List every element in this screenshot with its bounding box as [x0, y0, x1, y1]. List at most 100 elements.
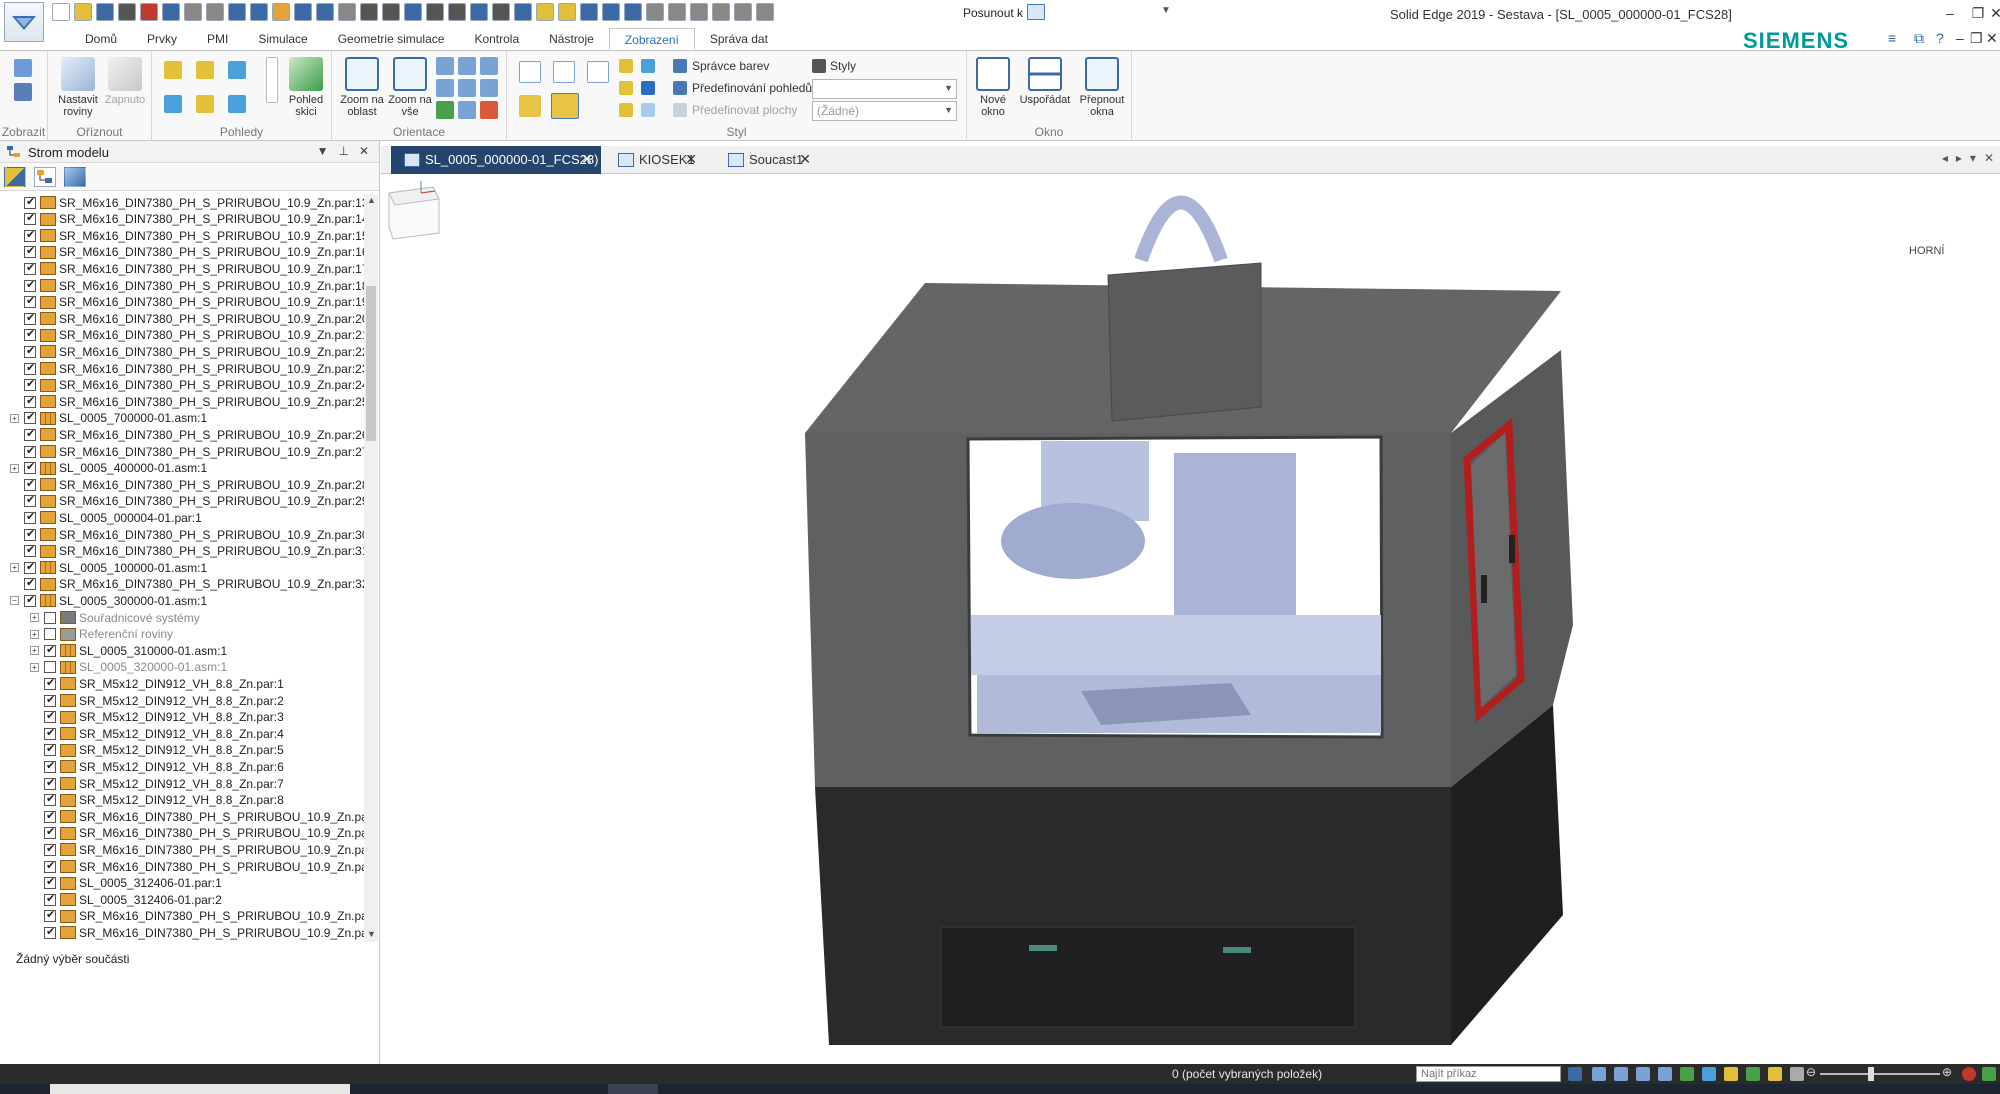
tree-row[interactable]: SR_M6x16_DIN7380_PH_S_PRIRUBOU_10.9_Zn.p…	[30, 858, 364, 875]
color-manager-button[interactable]: Správce barev	[692, 59, 769, 73]
qat-tool-27-icon[interactable]	[624, 3, 642, 21]
tab-5[interactable]: Geometrie simulace	[323, 28, 460, 50]
rotate-icon[interactable]	[480, 57, 498, 75]
zoom-icon[interactable]	[436, 57, 454, 75]
visibility-checkbox[interactable]	[44, 859, 56, 873]
visibility-checkbox[interactable]	[24, 195, 36, 209]
expand-toggle-icon[interactable]: +	[30, 662, 39, 672]
view-overrides-manager-icon[interactable]	[673, 81, 687, 95]
visibility-checkbox[interactable]	[24, 593, 36, 607]
tree-row[interactable]: SR_M5x12_DIN912_VH_8.8_Zn.par:2	[30, 692, 284, 709]
tree-row[interactable]: SL_0005_312406-01.par:2	[30, 891, 222, 908]
qat-tool-22-icon[interactable]	[514, 3, 532, 21]
help-icon[interactable]: ?	[1936, 30, 1944, 46]
switch-windows-button[interactable]: Přepnout okna	[1075, 57, 1129, 118]
visibility-checkbox[interactable]	[24, 294, 36, 309]
zoom-area-status-icon[interactable]	[1592, 1067, 1606, 1081]
visibility-checkbox[interactable]	[44, 611, 56, 624]
tree-scrollbar[interactable]: ▲ ▼	[364, 194, 378, 942]
scroll-thumb[interactable]	[366, 286, 376, 441]
wireframe-icon[interactable]	[519, 61, 541, 83]
qat-tool-9-icon[interactable]	[228, 3, 246, 21]
qat-tool-4-icon[interactable]	[118, 3, 136, 21]
visibility-checkbox[interactable]	[24, 228, 36, 242]
tab-8[interactable]: Zobrazení	[608, 28, 695, 50]
visible-edges-icon[interactable]	[553, 61, 575, 83]
qat-tool-14-icon[interactable]	[338, 3, 356, 21]
qat-tool-15-icon[interactable]	[360, 3, 378, 21]
qat-tool-10-icon[interactable]	[250, 3, 268, 21]
visibility-checkbox[interactable]	[44, 661, 56, 674]
tree-row[interactable]: SR_M6x16_DIN7380_PH_S_PRIRUBOU_10.9_Zn.p…	[10, 393, 364, 410]
qat-tool-12-icon[interactable]	[294, 3, 312, 21]
tree-row[interactable]: SR_M6x16_DIN7380_PH_S_PRIRUBOU_10.9_Zn.p…	[10, 211, 364, 228]
qat-tool-2-icon[interactable]	[74, 3, 92, 21]
visibility-checkbox[interactable]	[24, 477, 36, 491]
tab-scroll-left-icon[interactable]: ◂	[1942, 151, 1948, 165]
move-to-label[interactable]: Posunout k	[963, 6, 1023, 20]
visibility-checkbox[interactable]	[24, 543, 36, 558]
visibility-checkbox[interactable]	[44, 776, 56, 790]
doc-restore-icon[interactable]: ❐	[1970, 30, 1983, 47]
tree-row[interactable]: SR_M6x16_DIN7380_PH_S_PRIRUBOU_10.9_Zn.p…	[10, 526, 364, 543]
pin-icon[interactable]: ⊥	[338, 144, 348, 158]
zoom-out-icon[interactable]: ⊖	[1806, 1065, 1820, 1079]
tree-row[interactable]: SL_0005_312406-01.par:1	[30, 875, 222, 892]
tree-row[interactable]: SR_M6x16_DIN7380_PH_S_PRIRUBOU_10.9_Zn.p…	[30, 825, 364, 842]
tab-list-icon[interactable]: ▾	[1970, 151, 1976, 165]
common-views-icon[interactable]	[458, 101, 476, 119]
tree-row[interactable]: SR_M6x16_DIN7380_PH_S_PRIRUBOU_10.9_Zn.p…	[10, 277, 364, 294]
tree-row[interactable]: SR_M6x16_DIN7380_PH_S_PRIRUBOU_10.9_Zn.p…	[10, 543, 364, 560]
tab-2[interactable]: Prvky	[132, 28, 192, 50]
qat-tool-33-icon[interactable]	[756, 3, 774, 21]
expand-toggle-icon[interactable]: +	[10, 413, 19, 423]
tree-row[interactable]: + SL_0005_320000-01.asm:1	[30, 659, 227, 676]
qat-tool-23-icon[interactable]	[536, 3, 554, 21]
doc-tab-soucast[interactable]: Soucast1 ✕	[715, 146, 819, 174]
qat-tool-30-icon[interactable]	[690, 3, 708, 21]
expand-toggle-icon[interactable]: +	[10, 563, 19, 573]
arrange-button[interactable]: Uspořádat	[1017, 57, 1073, 106]
tree-row[interactable]: SR_M6x16_DIN7380_PH_S_PRIRUBOU_10.9_Zn.p…	[30, 841, 364, 858]
tree-row[interactable]: SR_M6x16_DIN7380_PH_S_PRIRUBOU_10.9_Zn.p…	[10, 360, 364, 377]
qat-tool-25-icon[interactable]	[580, 3, 598, 21]
qat-tool-1-icon[interactable]	[52, 3, 70, 21]
visibility-checkbox[interactable]	[24, 377, 36, 392]
qat-tool-29-icon[interactable]	[668, 3, 686, 21]
ambient-icon[interactable]	[619, 81, 633, 95]
tree-row[interactable]: SR_M6x16_DIN7380_PH_S_PRIRUBOU_10.9_Zn.p…	[10, 244, 364, 261]
tree-row[interactable]: SR_M6x16_DIN7380_PH_S_PRIRUBOU_10.9_Zn.p…	[10, 576, 364, 593]
tree-row[interactable]: SR_M6x16_DIN7380_PH_S_PRIRUBOU_10.9_Zn.p…	[10, 260, 364, 277]
view-overrides-button[interactable]: Předefinování pohledů	[692, 81, 812, 95]
tree-row[interactable]: SR_M6x16_DIN7380_PH_S_PRIRUBOU_10.9_Zn.p…	[10, 343, 364, 360]
visibility-checkbox[interactable]	[24, 344, 36, 358]
texture-icon[interactable]	[619, 103, 633, 117]
qat-tool-31-icon[interactable]	[712, 3, 730, 21]
visibility-checkbox[interactable]	[24, 427, 36, 441]
shaded-edges-icon[interactable]	[551, 93, 579, 119]
qat-tool-26-icon[interactable]	[602, 3, 620, 21]
spin-status-icon[interactable]	[1702, 1067, 1716, 1081]
scroll-down-icon[interactable]: ▼	[367, 929, 376, 939]
visibility-checkbox[interactable]	[24, 278, 36, 292]
visibility-checkbox[interactable]	[44, 726, 56, 740]
styles-button[interactable]: Styly	[830, 59, 856, 73]
visibility-checkbox[interactable]	[44, 742, 56, 757]
previous-view-icon[interactable]	[436, 101, 454, 119]
tree-row[interactable]: SR_M6x16_DIN7380_PH_S_PRIRUBOU_10.9_Zn.p…	[10, 294, 364, 311]
pane-dropdown-icon[interactable]: ▼	[317, 144, 329, 158]
qat-tool-8-icon[interactable]	[206, 3, 224, 21]
tree-row[interactable]: SR_M6x16_DIN7380_PH_S_PRIRUBOU_10.9_Zn.p…	[10, 327, 364, 344]
command-search-input[interactable]	[1416, 1066, 1561, 1082]
taskbar-active-app[interactable]	[608, 1084, 658, 1094]
show-icon[interactable]	[14, 59, 32, 77]
view-status-icon[interactable]	[1768, 1067, 1782, 1081]
visibility-checkbox[interactable]	[24, 527, 36, 541]
tree-row[interactable]: SR_M6x16_DIN7380_PH_S_PRIRUBOU_10.9_Zn.p…	[10, 426, 364, 443]
tree-row[interactable]: SR_M6x16_DIN7380_PH_S_PRIRUBOU_10.9_Zn.p…	[10, 377, 364, 394]
qat-tool-19-icon[interactable]	[448, 3, 466, 21]
tree-row[interactable]: SR_M5x12_DIN912_VH_8.8_Zn.par:7	[30, 775, 284, 792]
tree-row[interactable]: + Referenční roviny	[30, 626, 173, 643]
close-icon[interactable]: ✕	[1986, 5, 2000, 22]
tab-close-all-icon[interactable]: ✕	[1984, 151, 1994, 165]
